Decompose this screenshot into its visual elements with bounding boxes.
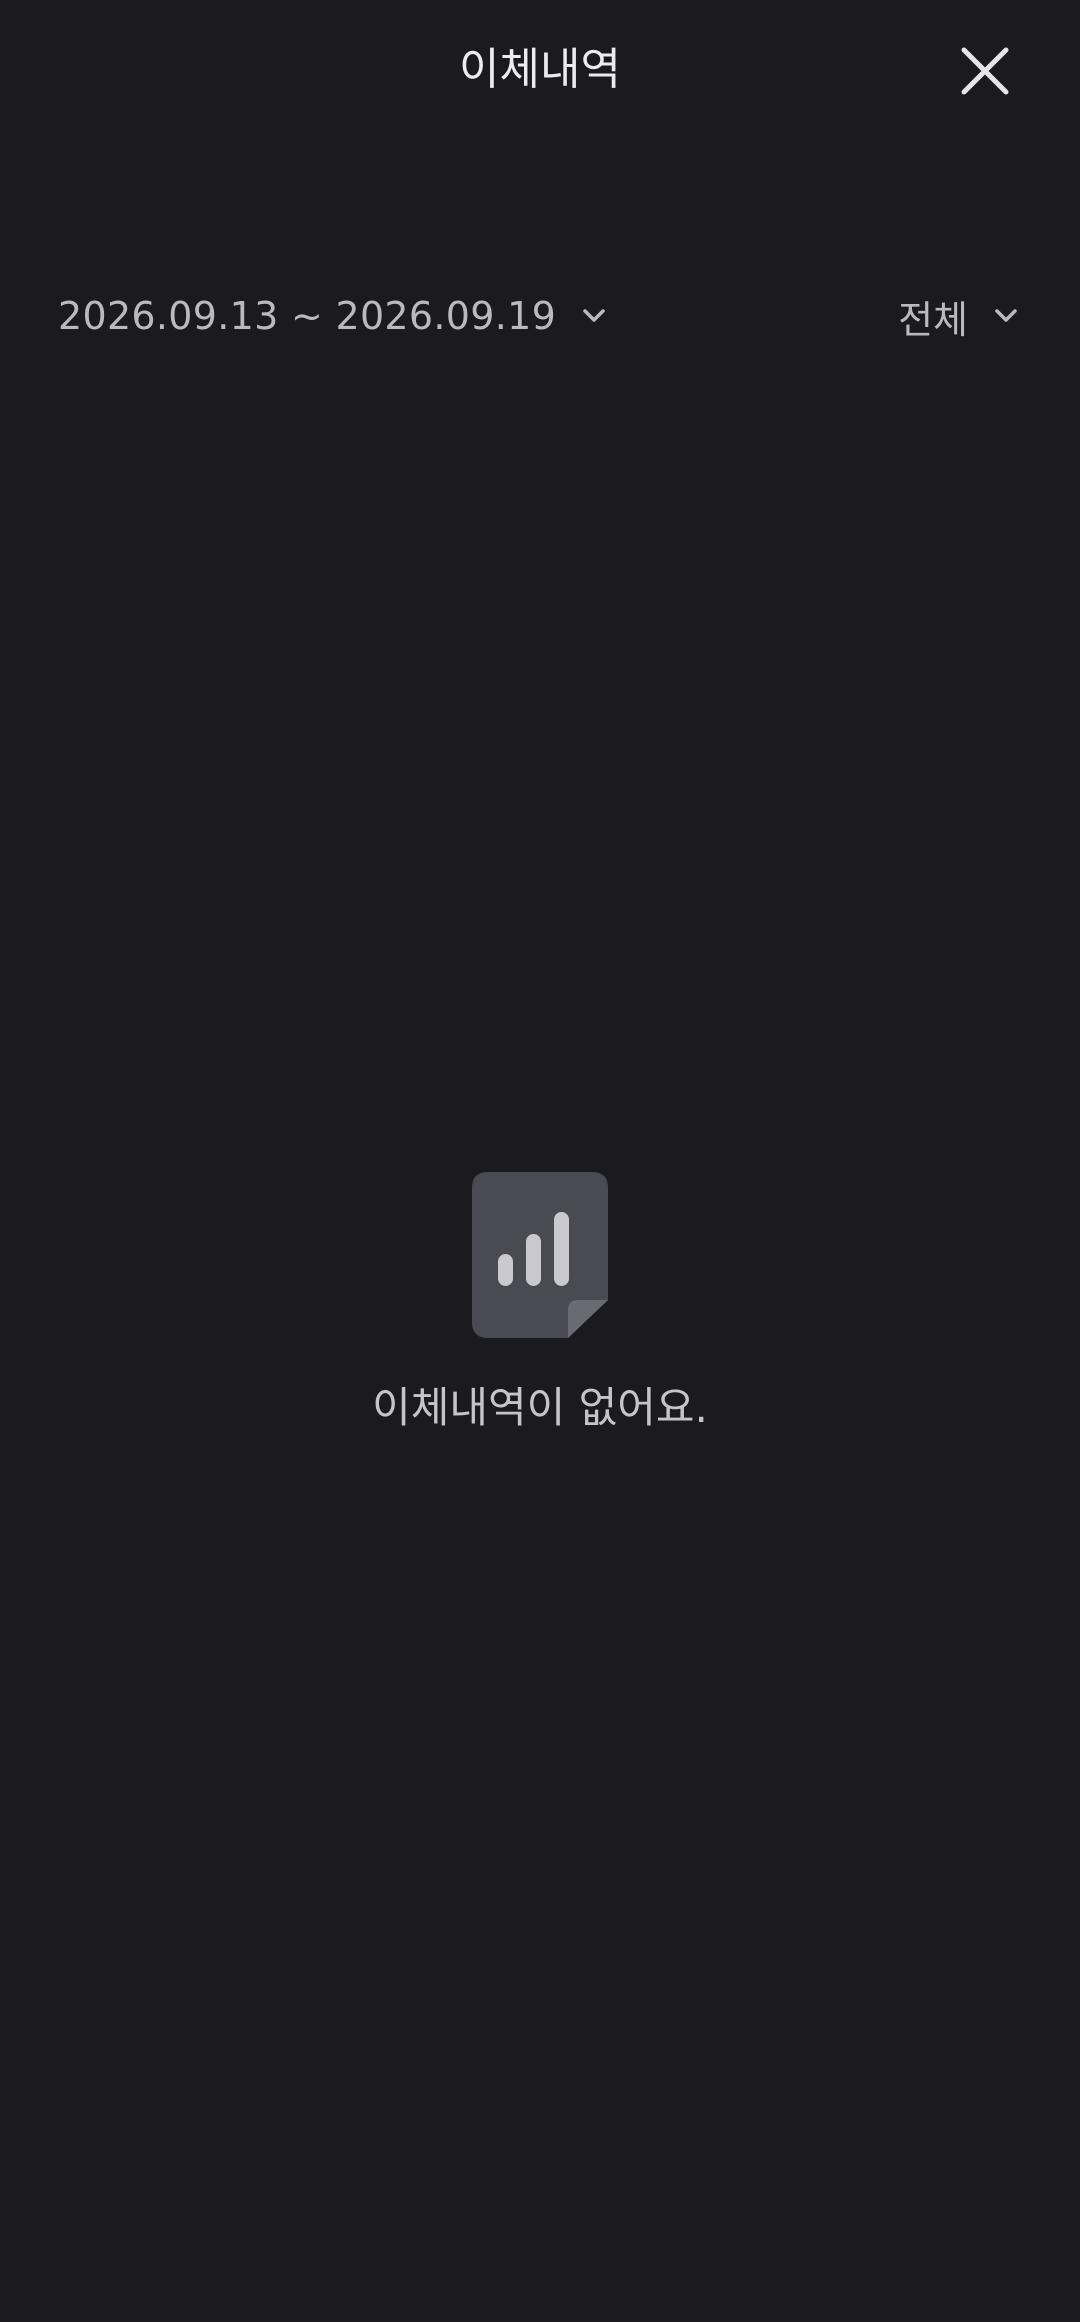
empty-message: 이체내역이 없어요. <box>372 1383 708 1432</box>
close-icon <box>961 47 1009 95</box>
date-range-label: 2026.09.13 ~ 2026.09.19 <box>58 294 557 338</box>
top-bar: 이체내역 <box>0 0 1080 144</box>
empty-state: 이체내역이 없어요. <box>0 1170 1080 1435</box>
chevron-down-icon <box>583 309 605 322</box>
document-chart-icon <box>472 1172 608 1338</box>
chevron-down-icon <box>995 309 1017 322</box>
filter-bar: 2026.09.13 ~ 2026.09.19 전체 <box>0 286 1080 346</box>
close-button[interactable] <box>950 36 1020 106</box>
date-range-selector[interactable]: 2026.09.13 ~ 2026.09.19 <box>58 286 610 346</box>
type-filter-selector[interactable]: 전체 <box>898 286 1022 346</box>
type-filter-label: 전체 <box>898 297 968 342</box>
page-title: 이체내역 <box>459 44 621 95</box>
